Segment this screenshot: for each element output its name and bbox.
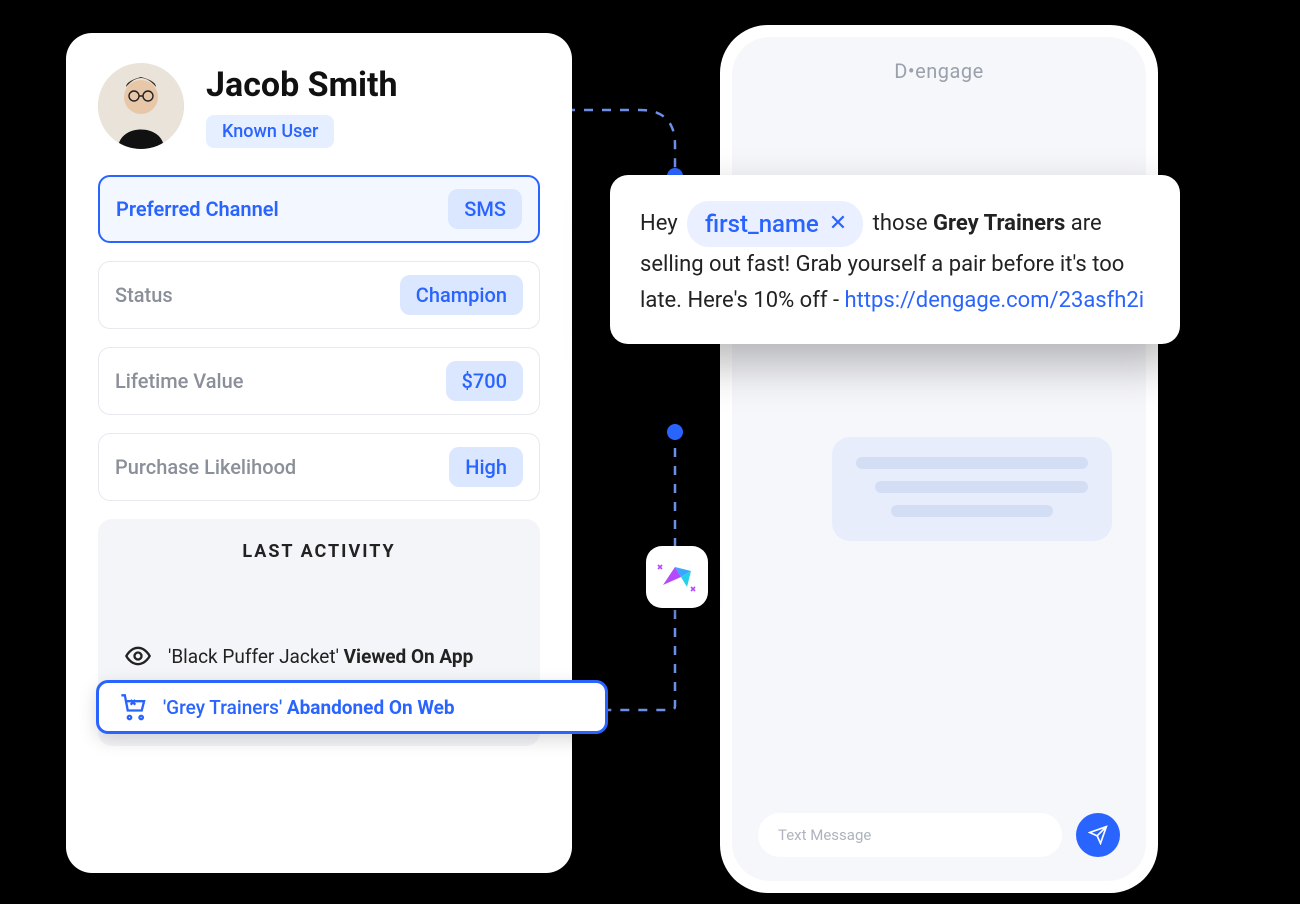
activity-action: Abandoned On Web <box>287 696 455 719</box>
field-label: Preferred Channel <box>116 197 279 221</box>
phone-screen: D•engage Text Message <box>732 37 1146 881</box>
activity-product: 'Grey Trainers' <box>163 696 282 719</box>
close-icon[interactable]: ✕ <box>829 213 847 235</box>
profile-header: Jacob Smith Known User <box>98 63 540 149</box>
phone-frame: D•engage Text Message <box>720 25 1158 893</box>
activity-item[interactable]: 'Black Puffer Jacket' Viewed On App <box>98 632 540 680</box>
message-bubble-placeholder <box>832 437 1112 541</box>
input-placeholder: Text Message <box>778 826 871 844</box>
avatar <box>98 63 184 149</box>
message-text: those <box>873 211 933 236</box>
send-icon <box>1088 825 1108 845</box>
field-status[interactable]: Status Champion <box>98 261 540 329</box>
activity-action: Viewed On App <box>344 645 474 668</box>
field-value: High <box>449 447 523 487</box>
field-value: SMS <box>448 189 522 229</box>
eye-icon <box>124 642 152 670</box>
field-value: $700 <box>446 361 523 401</box>
merge-token-chip[interactable]: first_name ✕ <box>687 201 863 247</box>
field-label: Status <box>115 283 173 307</box>
field-label: Lifetime Value <box>115 369 243 393</box>
phone-brand: D•engage <box>732 37 1146 95</box>
known-user-badge: Known User <box>206 115 334 148</box>
cart-x-icon <box>119 693 147 721</box>
app-logo-badge <box>646 546 708 608</box>
dengage-logo-icon <box>657 557 697 597</box>
field-lifetime-value[interactable]: Lifetime Value $700 <box>98 347 540 415</box>
field-label: Purchase Likelihood <box>115 455 296 479</box>
activity-item-highlighted[interactable]: 'Grey Trainers' Abandoned On Web <box>96 680 608 734</box>
message-text: Hey <box>640 211 683 236</box>
activity-product: 'Black Puffer Jacket' <box>168 645 339 668</box>
profile-card: Jacob Smith Known User Preferred Channel… <box>66 33 572 873</box>
message-preview-card: Hey first_name ✕ those Grey Trainers are… <box>610 175 1180 344</box>
message-product: Grey Trainers <box>933 211 1065 236</box>
send-button[interactable] <box>1076 813 1120 857</box>
field-preferred-channel[interactable]: Preferred Channel SMS <box>98 175 540 243</box>
activity-title: LAST ACTIVITY <box>98 541 540 562</box>
field-value: Champion <box>400 275 523 315</box>
message-input[interactable]: Text Message <box>758 813 1062 857</box>
token-name: first_name <box>705 205 819 243</box>
message-link[interactable]: https://dengage.com/23asfh2i <box>845 288 1145 313</box>
profile-name: Jacob Smith <box>206 65 398 105</box>
field-purchase-likelihood[interactable]: Purchase Likelihood High <box>98 433 540 501</box>
